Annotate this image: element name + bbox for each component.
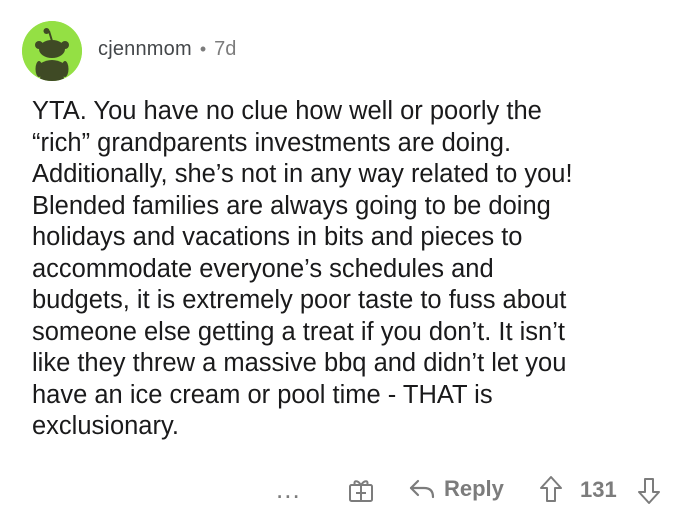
upvote-button[interactable] [538,474,564,504]
comment-actions: ... Reply 131 [0,472,700,512]
comment-age: 7d [214,37,237,60]
reply-label: Reply [444,476,504,501]
vote-score: 131 [580,477,617,502]
reply-button[interactable]: Reply [408,476,504,502]
snoo-icon [22,21,82,81]
award-button[interactable] [347,476,375,504]
comment: cjennmom • 7d YTA. You have no clue how … [0,0,700,516]
comment-header: cjennmom • 7d [22,20,236,82]
comment-meta: cjennmom • 7d [98,38,236,61]
more-options-button[interactable]: ... [276,474,301,505]
username-link[interactable]: cjennmom [98,38,192,61]
upvote-arrow-icon [540,476,562,502]
gift-icon [349,480,373,502]
comment-body: YTA. You have no clue how well or poorly… [32,97,573,440]
meta-separator: • [199,38,207,59]
reply-arrow-icon [409,479,435,499]
avatar[interactable] [22,21,82,81]
downvote-button[interactable] [636,476,662,506]
downvote-arrow-icon [638,478,660,504]
